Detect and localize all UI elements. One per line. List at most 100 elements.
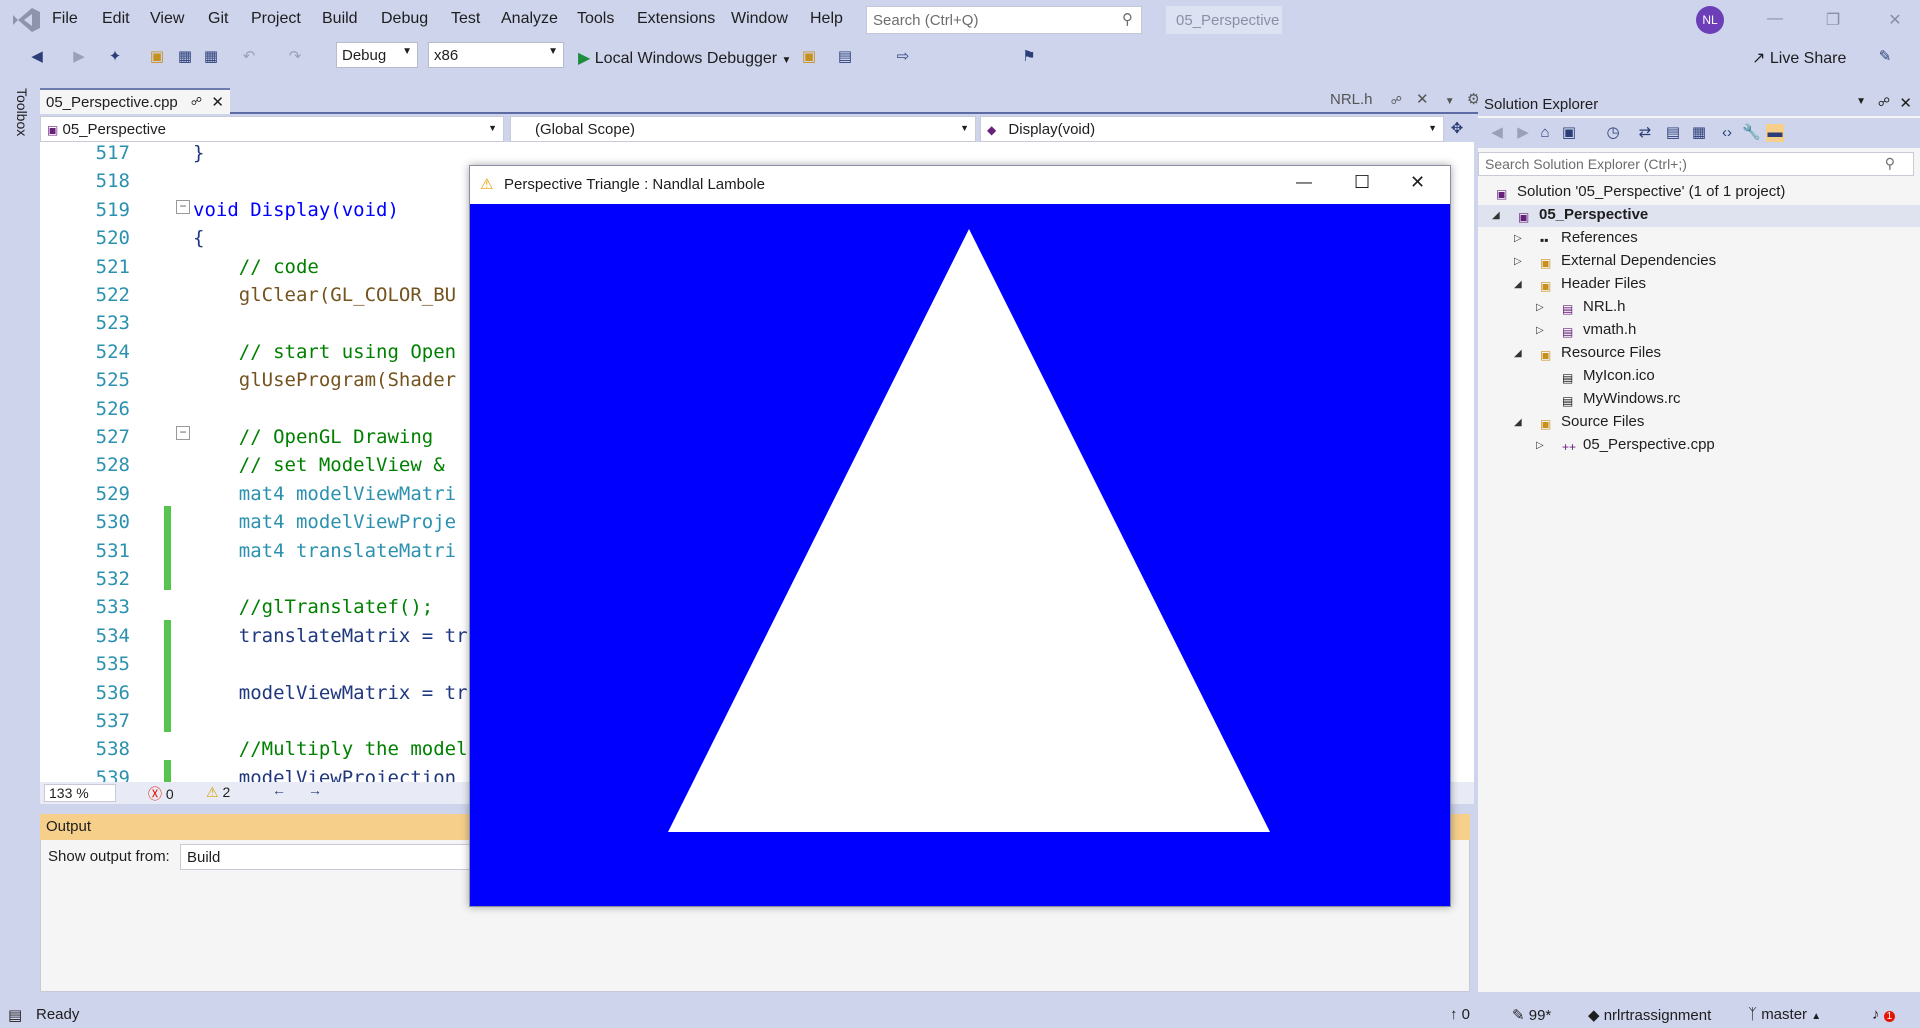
- forward-icon[interactable]: ▶: [1514, 124, 1532, 142]
- maximize-icon[interactable]: ☐: [1354, 172, 1370, 193]
- code-line[interactable]: }: [193, 142, 204, 164]
- new-project-icon[interactable]: ✦: [106, 48, 124, 66]
- tree-mywindows-rc[interactable]: ▤ MyWindows.rc: [1562, 390, 1681, 408]
- collapsed-arrow-icon[interactable]: ▷: [1536, 302, 1544, 313]
- code-line[interactable]: mat4 modelViewProje: [193, 511, 456, 533]
- collapsed-arrow-icon[interactable]: ▷: [1536, 325, 1544, 336]
- show-all-files-icon[interactable]: ▦: [1690, 124, 1708, 142]
- menu-item-file[interactable]: File: [52, 10, 78, 28]
- warning-count[interactable]: ⚠ 2: [206, 784, 230, 801]
- close-icon[interactable]: ✕: [1899, 94, 1912, 112]
- restore-icon[interactable]: ❐: [1823, 10, 1843, 30]
- browser-icon[interactable]: ▤: [836, 48, 854, 66]
- find-in-files-icon[interactable]: ▣: [800, 48, 818, 66]
- menu-item-view[interactable]: View: [150, 10, 184, 28]
- save-all-icon[interactable]: ▦: [202, 48, 220, 66]
- platform-select[interactable]: x86 ▼: [428, 42, 564, 68]
- tree-vmath-h[interactable]: ▤ vmath.h: [1562, 321, 1636, 339]
- collapsed-arrow-icon[interactable]: ▷: [1514, 233, 1522, 244]
- chevron-down-icon[interactable]: ▼: [1856, 96, 1866, 107]
- code-line[interactable]: // set ModelView &: [193, 454, 456, 476]
- opengl-window-titlebar[interactable]: ⚠ Perspective Triangle : Nandlal Lambole…: [470, 166, 1450, 204]
- pin-icon[interactable]: ☍: [1878, 95, 1890, 109]
- arrow-left-icon[interactable]: ←: [272, 782, 286, 798]
- code-line[interactable]: //glTranslatef();: [193, 596, 433, 618]
- tree-project[interactable]: ▣ 05_Perspective: [1518, 206, 1648, 224]
- back-icon[interactable]: ◀: [28, 48, 46, 66]
- pending-changes[interactable]: ✎ 99*: [1512, 1006, 1551, 1024]
- collapse-icon[interactable]: −: [176, 200, 190, 214]
- home-icon[interactable]: ⌂: [1536, 124, 1554, 142]
- tab-nrl-h[interactable]: NRL.h ☍ ✕ ▼ ⚙: [1330, 90, 1480, 108]
- expanded-arrow-icon[interactable]: ◢: [1514, 417, 1522, 428]
- close-icon[interactable]: ✕: [1410, 172, 1425, 193]
- sync-icon[interactable]: ⇄: [1636, 124, 1654, 142]
- pending-push[interactable]: ↑ 0: [1450, 1006, 1470, 1023]
- pin-icon[interactable]: ☍: [191, 95, 202, 108]
- configuration-select[interactable]: Debug ▼: [336, 42, 418, 68]
- code-line[interactable]: //Multiply the model: [193, 738, 468, 760]
- tree-myicon-ico[interactable]: ▤ MyIcon.ico: [1562, 367, 1655, 385]
- project-navigation-select[interactable]: ▣ 05_Perspective ▼: [40, 116, 504, 142]
- zoom-select[interactable]: 133 %: [44, 784, 116, 802]
- code-line[interactable]: translateMatrix = tr: [193, 625, 468, 647]
- step-icon[interactable]: ⇨: [894, 48, 912, 66]
- menu-item-analyze[interactable]: Analyze: [501, 10, 558, 28]
- minimize-icon[interactable]: —: [1765, 10, 1785, 30]
- search-input[interactable]: Search (Ctrl+Q) ⚲: [866, 6, 1142, 34]
- code-line[interactable]: {: [193, 227, 204, 249]
- preview-icon[interactable]: ▬: [1766, 124, 1784, 142]
- expanded-arrow-icon[interactable]: ◢: [1514, 348, 1522, 359]
- opengl-canvas[interactable]: [470, 204, 1450, 906]
- expanded-arrow-icon[interactable]: ◢: [1514, 279, 1522, 290]
- menu-item-debug[interactable]: Debug: [381, 10, 428, 28]
- toolbox-tab[interactable]: Toolbox: [8, 88, 30, 148]
- menu-item-help[interactable]: Help: [810, 10, 843, 28]
- menu-item-build[interactable]: Build: [322, 10, 358, 28]
- feedback-icon[interactable]: ✎: [1876, 48, 1894, 66]
- code-line[interactable]: modelViewMatrix = tr: [193, 682, 468, 704]
- solution-explorer-search[interactable]: Search Solution Explorer (Ctrl+;) ⚲: [1478, 152, 1914, 176]
- member-navigation-select[interactable]: ◆ Display(void) ▼: [980, 116, 1444, 142]
- tree-header-files[interactable]: ▣ Header Files: [1540, 275, 1646, 293]
- collapsed-arrow-icon[interactable]: ▷: [1514, 256, 1522, 267]
- history-icon[interactable]: ◷: [1604, 124, 1622, 142]
- output-source-select[interactable]: Build: [180, 844, 470, 870]
- close-tab-icon[interactable]: ✕: [1416, 91, 1429, 108]
- redo-icon[interactable]: ↷: [286, 48, 304, 66]
- tree-resource-files[interactable]: ▣ Resource Files: [1540, 344, 1661, 362]
- tree-nrl-h[interactable]: ▤ NRL.h: [1562, 298, 1626, 316]
- bookmark-icon[interactable]: ⚑: [1020, 48, 1038, 66]
- tree-05-perspective-cpp[interactable]: ++ 05_Perspective.cpp: [1562, 436, 1715, 454]
- start-debugging-button[interactable]: ▶ Local Windows Debugger ▼: [572, 44, 797, 70]
- tab-05-perspective-cpp[interactable]: 05_Perspective.cpp ☍ ✕: [40, 88, 230, 114]
- code-line[interactable]: mat4 translateMatri: [193, 540, 456, 562]
- split-editor-icon[interactable]: ✥: [1448, 120, 1466, 138]
- menu-item-tools[interactable]: Tools: [577, 10, 614, 28]
- menu-item-edit[interactable]: Edit: [102, 10, 130, 28]
- menu-item-project[interactable]: Project: [251, 10, 301, 28]
- expanded-arrow-icon[interactable]: ◢: [1492, 210, 1500, 221]
- notifications-button[interactable]: ♪ 1: [1872, 1006, 1896, 1023]
- code-line[interactable]: glUseProgram(Shader: [193, 369, 456, 391]
- menu-item-extensions[interactable]: Extensions: [637, 10, 715, 28]
- repository-select[interactable]: ◆ nrlrtrassignment: [1588, 1006, 1711, 1024]
- chevron-down-icon[interactable]: ▼: [1445, 96, 1455, 107]
- pin-icon[interactable]: ☍: [1391, 95, 1402, 107]
- live-share-button[interactable]: ↗ Live Share: [1752, 48, 1846, 68]
- error-count[interactable]: Ⓧ 0: [148, 784, 174, 804]
- tree-solution[interactable]: ▣ Solution '05_Perspective' (1 of 1 proje…: [1496, 183, 1785, 201]
- arrow-right-icon[interactable]: →: [308, 782, 322, 798]
- minimize-icon[interactable]: —: [1296, 174, 1312, 192]
- tree-source-files[interactable]: ▣ Source Files: [1540, 413, 1644, 431]
- close-icon[interactable]: ✕: [1885, 10, 1905, 30]
- menu-item-window[interactable]: Window: [731, 10, 788, 28]
- tree-external-dependencies[interactable]: ▣ External Dependencies: [1540, 252, 1716, 270]
- collapse-all-icon[interactable]: ▤: [1664, 124, 1682, 142]
- code-line[interactable]: // OpenGL Drawing: [193, 426, 433, 448]
- back-icon[interactable]: ◀: [1488, 124, 1506, 142]
- collapsed-arrow-icon[interactable]: ▷: [1536, 440, 1544, 451]
- forward-icon[interactable]: ▶: [70, 48, 88, 66]
- scope-navigation-select[interactable]: (Global Scope) ▼: [510, 116, 976, 142]
- collapse-icon[interactable]: −: [176, 426, 190, 440]
